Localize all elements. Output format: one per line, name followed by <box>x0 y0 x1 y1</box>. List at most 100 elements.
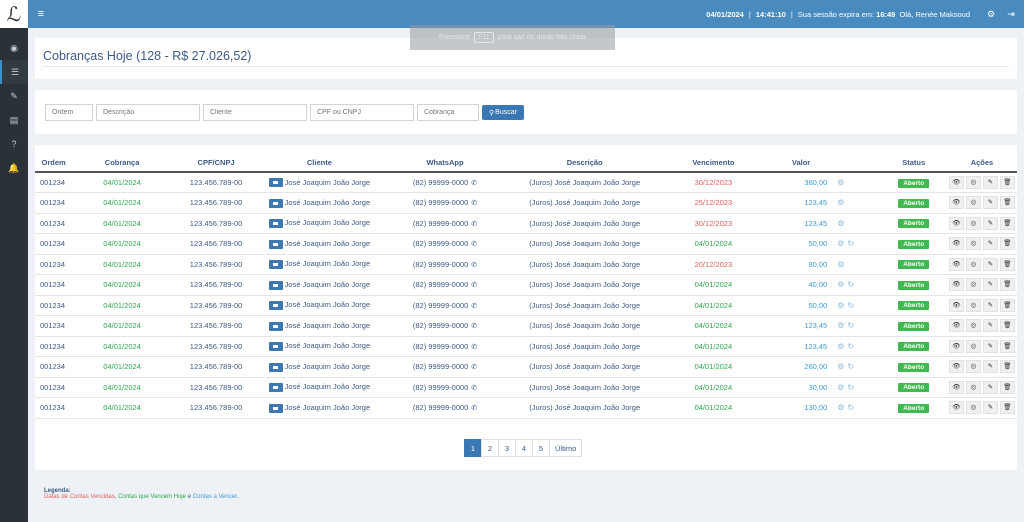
cliente-input[interactable] <box>203 104 307 121</box>
client-card-icon[interactable] <box>268 362 283 372</box>
view-icon[interactable]: 👁 <box>948 196 964 210</box>
client-card-icon[interactable] <box>268 301 283 310</box>
view-icon[interactable]: 👁 <box>948 339 964 353</box>
whatsapp-icon[interactable]: ✆ <box>469 262 477 269</box>
trash-icon[interactable]: 🗑 <box>999 196 1015 210</box>
view-icon[interactable]: 👁 <box>948 216 964 230</box>
whatsapp-icon[interactable]: ✆ <box>469 221 477 228</box>
trash-icon[interactable]: 🗑 <box>999 257 1015 271</box>
dashboard-icon[interactable]: ◉ <box>0 36 28 60</box>
trash-icon[interactable]: 🗑 <box>999 380 1015 394</box>
page-5-button[interactable]: 5 <box>532 439 550 457</box>
gear-icon[interactable]: ⚙ <box>837 342 844 351</box>
client-card-icon[interactable] <box>268 239 283 249</box>
whatsapp-number[interactable]: (82) 99999-0000 <box>413 321 468 330</box>
gear-icon[interactable]: ⚙ <box>837 383 844 392</box>
cpf-cnpj-input[interactable] <box>310 104 414 121</box>
cobranca-input[interactable] <box>417 104 479 121</box>
cliente-name[interactable]: José Joaquim João Jorge <box>285 362 370 371</box>
whatsapp-icon[interactable]: ✆ <box>469 241 477 248</box>
target-icon[interactable]: ◎ <box>965 319 981 333</box>
target-icon[interactable]: ◎ <box>965 278 981 292</box>
gear-icon[interactable]: ⚙ <box>837 198 844 207</box>
logout-icon[interactable]: ⇥ <box>1004 9 1018 20</box>
ordem-input[interactable] <box>45 104 93 121</box>
target-icon[interactable]: ◎ <box>965 257 981 271</box>
whatsapp-icon[interactable]: ✆ <box>469 282 477 289</box>
view-icon[interactable]: 👁 <box>948 380 964 394</box>
target-icon[interactable]: ◎ <box>965 360 981 374</box>
edit-pencil-icon[interactable]: ✎ <box>982 257 998 271</box>
edit-pencil-icon[interactable]: ✎ <box>982 196 998 210</box>
refresh-icon[interactable]: ↻ <box>847 239 854 248</box>
menu-toggle-icon[interactable]: ≡ <box>32 8 50 20</box>
descricao-input[interactable] <box>96 104 200 121</box>
page-2-button[interactable]: 2 <box>481 439 499 457</box>
trash-icon[interactable]: 🗑 <box>999 360 1015 374</box>
edit-pencil-icon[interactable]: ✎ <box>982 339 998 353</box>
edit-pencil-icon[interactable]: ✎ <box>982 319 998 333</box>
cliente-name[interactable]: José Joaquim João Jorge <box>285 280 370 289</box>
cliente-name[interactable]: José Joaquim João Jorge <box>285 382 370 391</box>
cliente-name[interactable]: José Joaquim João Jorge <box>285 341 370 350</box>
whatsapp-number[interactable]: (82) 99999-0000 <box>413 301 468 310</box>
refresh-icon[interactable]: ↻ <box>847 342 854 351</box>
client-card-icon[interactable] <box>268 321 283 331</box>
client-card-icon[interactable] <box>268 219 283 228</box>
trash-icon[interactable]: 🗑 <box>999 319 1015 333</box>
gear-icon[interactable]: ⚙ <box>837 403 844 412</box>
whatsapp-icon[interactable]: ✆ <box>469 344 477 351</box>
whatsapp-number[interactable]: (82) 99999-0000 <box>413 383 468 392</box>
help-icon[interactable]: ? <box>0 132 28 156</box>
whatsapp-icon[interactable]: ✆ <box>469 200 477 207</box>
document-icon[interactable]: ▤ <box>0 108 28 132</box>
bell-icon[interactable]: 🔔 <box>0 156 28 180</box>
trash-icon[interactable]: 🗑 <box>999 216 1015 230</box>
whatsapp-number[interactable]: (82) 99999-0000 <box>413 403 468 412</box>
whatsapp-icon[interactable]: ✆ <box>469 405 477 412</box>
whatsapp-number[interactable]: (82) 99999-0000 <box>413 198 468 207</box>
edit-pencil-icon[interactable]: ✎ <box>982 401 998 415</box>
client-card-icon[interactable] <box>268 383 283 392</box>
last-page-button[interactable]: Último <box>549 439 583 457</box>
edit-pencil-icon[interactable]: ✎ <box>982 176 998 189</box>
whatsapp-number[interactable]: (82) 99999-0000 <box>413 239 468 248</box>
refresh-icon[interactable]: ↻ <box>847 362 854 371</box>
page-4-button[interactable]: 4 <box>515 439 533 457</box>
client-card-icon[interactable] <box>268 403 283 413</box>
edit-pencil-icon[interactable]: ✎ <box>982 360 998 374</box>
list-icon[interactable]: ☰ <box>0 60 28 84</box>
client-card-icon[interactable] <box>268 280 283 290</box>
search-button[interactable]: ⚲ Buscar <box>482 105 524 120</box>
refresh-icon[interactable]: ↻ <box>847 403 854 412</box>
page-3-button[interactable]: 3 <box>498 439 516 457</box>
edit-pencil-icon[interactable]: ✎ <box>982 216 998 230</box>
edit-pencil-icon[interactable]: ✎ <box>982 237 998 251</box>
whatsapp-number[interactable]: (82) 99999-0000 <box>413 178 468 187</box>
client-card-icon[interactable] <box>268 178 283 188</box>
whatsapp-icon[interactable]: ✆ <box>469 303 477 310</box>
trash-icon[interactable]: 🗑 <box>999 237 1015 251</box>
whatsapp-number[interactable]: (82) 99999-0000 <box>413 342 468 351</box>
page-1-button[interactable]: 1 <box>464 439 482 457</box>
view-icon[interactable]: 👁 <box>948 278 964 292</box>
view-icon[interactable]: 👁 <box>948 298 964 312</box>
trash-icon[interactable]: 🗑 <box>999 298 1015 312</box>
target-icon[interactable]: ◎ <box>965 401 981 415</box>
trash-icon[interactable]: 🗑 <box>999 339 1015 353</box>
whatsapp-icon[interactable]: ✆ <box>469 385 477 392</box>
target-icon[interactable]: ◎ <box>965 176 981 189</box>
cliente-name[interactable]: José Joaquim João Jorge <box>285 178 370 187</box>
target-icon[interactable]: ◎ <box>965 216 981 230</box>
view-icon[interactable]: 👁 <box>948 319 964 333</box>
gear-icon[interactable]: ⚙ <box>837 239 844 248</box>
edit-pencil-icon[interactable]: ✎ <box>982 278 998 292</box>
client-card-icon[interactable] <box>268 198 283 208</box>
cliente-name[interactable]: José Joaquim João Jorge <box>285 198 370 207</box>
whatsapp-number[interactable]: (82) 99999-0000 <box>413 280 468 289</box>
whatsapp-icon[interactable]: ✆ <box>469 180 477 187</box>
user-greeting[interactable]: Olá, Renée Maksoud <box>900 10 970 19</box>
refresh-icon[interactable]: ↻ <box>847 321 854 330</box>
view-icon[interactable]: 👁 <box>948 237 964 251</box>
whatsapp-icon[interactable]: ✆ <box>469 323 477 330</box>
